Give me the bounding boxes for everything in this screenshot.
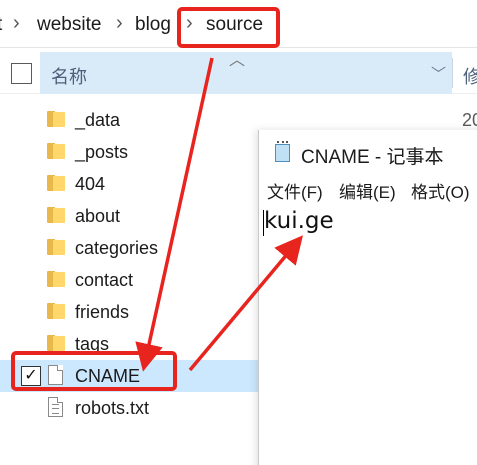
breadcrumb-item-blog[interactable]: blog	[135, 14, 171, 36]
menu-bar: 文件(F) 编辑(E) 格式(O)	[259, 178, 477, 202]
list-item[interactable]: tags	[0, 328, 260, 360]
folder-icon	[47, 143, 65, 159]
notepad-icon	[273, 141, 293, 163]
folder-icon	[47, 271, 65, 287]
file-name: categories	[75, 238, 159, 258]
folder-icon	[47, 335, 65, 351]
breadcrumb-separator-icon[interactable]: ›	[13, 12, 20, 35]
breadcrumb: t › website › blog › source	[0, 0, 477, 48]
file-name: 404	[75, 174, 106, 194]
file-icon	[48, 365, 63, 385]
folder-icon	[47, 111, 65, 127]
list-item[interactable]: _data	[0, 104, 260, 136]
column-name-header[interactable]: ︿ 名称 ﹀	[40, 52, 452, 94]
file-name: _data	[75, 110, 121, 130]
breadcrumb-item-source[interactable]: source	[206, 14, 263, 36]
list-item[interactable]: 404	[0, 168, 260, 200]
file-name: contact	[75, 270, 134, 290]
editor-text[interactable]: kui.ge	[264, 208, 334, 234]
folder-icon	[47, 207, 65, 223]
column-header: ︿ 名称 ﹀ 修	[0, 52, 477, 94]
chevron-up-icon: ︿	[229, 52, 246, 69]
folder-icon	[47, 303, 65, 319]
breadcrumb-item-website[interactable]: website	[37, 14, 101, 36]
menu-edit[interactable]: 编辑(E)	[339, 178, 396, 203]
row-checkbox[interactable]: ✓	[21, 366, 41, 386]
breadcrumb-item-root[interactable]: t	[0, 14, 2, 36]
select-all-checkbox[interactable]	[11, 63, 32, 84]
date-modified-cell: 20	[462, 110, 477, 130]
column-modified-header[interactable]: 修	[463, 63, 477, 89]
chevron-down-icon[interactable]: ﹀	[431, 63, 446, 84]
folder-icon	[47, 175, 65, 191]
file-name: _posts	[75, 142, 129, 162]
window-title: CNAME - 记事本	[301, 147, 444, 168]
file-name: about	[75, 206, 121, 226]
file-name: friends	[75, 302, 130, 322]
text-file-icon	[48, 397, 63, 417]
menu-file[interactable]: 文件(F)	[267, 178, 323, 203]
list-item[interactable]: robots.txt	[0, 392, 260, 424]
file-name: tags	[75, 334, 110, 354]
column-name-label: 名称	[51, 67, 87, 87]
folder-icon	[47, 239, 65, 255]
menu-format[interactable]: 格式(O)	[411, 178, 470, 203]
breadcrumb-separator-icon[interactable]: ›	[116, 12, 123, 35]
file-name: robots.txt	[75, 398, 150, 418]
file-name: CNAME	[75, 366, 141, 386]
list-item[interactable]: friends	[0, 296, 260, 328]
list-item[interactable]: about	[0, 200, 260, 232]
list-item[interactable]: categories	[0, 232, 260, 264]
list-item[interactable]: _posts	[0, 136, 260, 168]
breadcrumb-separator-icon[interactable]: ›	[186, 12, 193, 35]
column-divider[interactable]	[452, 58, 453, 88]
notepad-window: CNAME - 记事本 文件(F) 编辑(E) 格式(O) kui.ge	[258, 130, 477, 465]
list-item[interactable]: contact	[0, 264, 260, 296]
